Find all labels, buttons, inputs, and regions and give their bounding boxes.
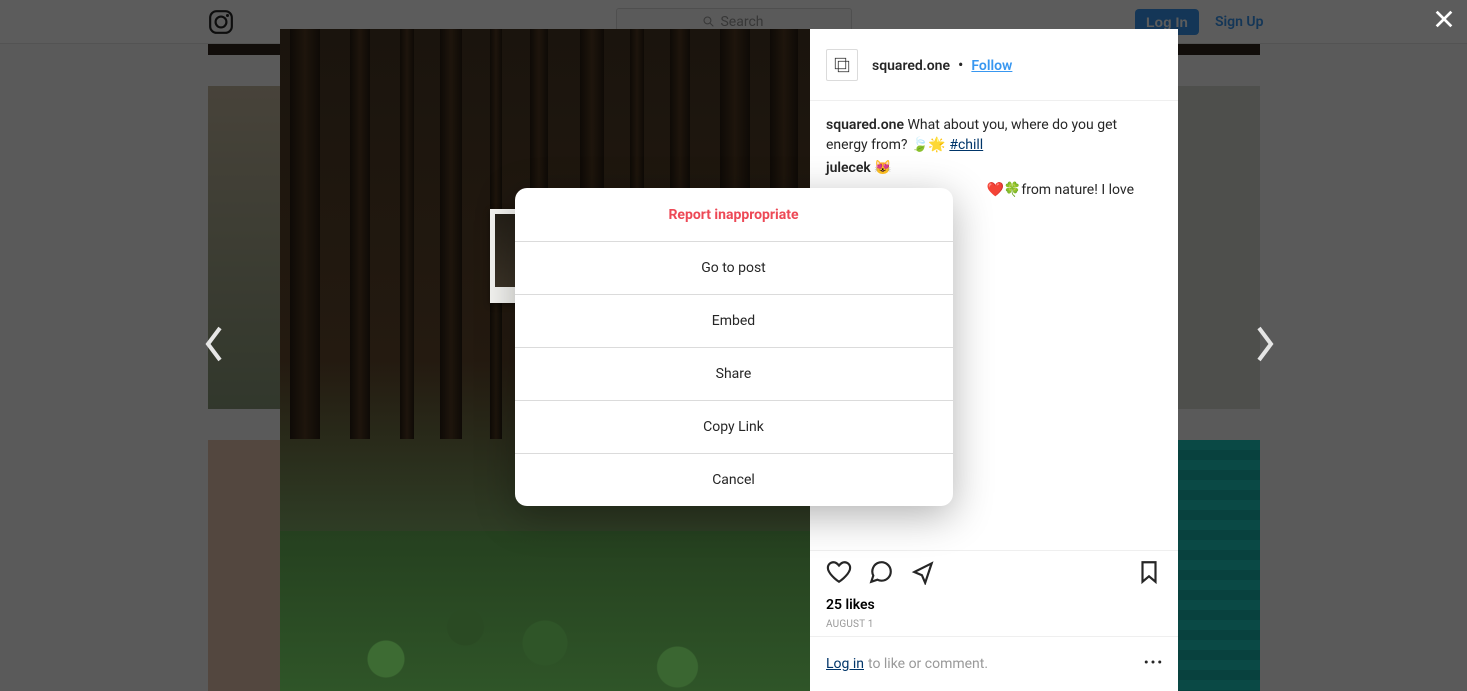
author-avatar[interactable] <box>826 49 858 81</box>
option-embed[interactable]: Embed <box>515 294 953 347</box>
comment-icon[interactable] <box>868 559 894 589</box>
next-button[interactable] <box>1251 324 1279 368</box>
option-share[interactable]: Share <box>515 347 953 400</box>
comment-fragment: ❤️🍀from nature! I love <box>986 182 1134 198</box>
login-to-comment-link[interactable]: Log in <box>826 656 864 672</box>
save-icon[interactable] <box>1136 559 1162 589</box>
more-options-icon[interactable] <box>1144 653 1162 675</box>
post-header: squared.one • Follow <box>810 29 1178 101</box>
share-icon[interactable] <box>910 559 936 589</box>
comment-author[interactable]: julecek <box>826 160 871 176</box>
caption-author[interactable]: squared.one <box>826 117 904 133</box>
author-username[interactable]: squared.one <box>872 58 950 74</box>
like-icon[interactable] <box>826 559 852 589</box>
follow-link[interactable]: Follow <box>971 58 1012 74</box>
option-cancel[interactable]: Cancel <box>515 453 953 506</box>
login-to-comment-text: to like or comment. <box>868 656 988 672</box>
prev-button[interactable] <box>200 324 228 368</box>
close-icon[interactable] <box>1433 8 1455 34</box>
options-dialog: Report inappropriate Go to post Embed Sh… <box>515 188 953 506</box>
option-copy-link[interactable]: Copy Link <box>515 400 953 453</box>
option-go-to-post[interactable]: Go to post <box>515 241 953 294</box>
hashtag-link[interactable]: #chill <box>949 137 983 153</box>
comment-text: 😻 <box>871 160 892 176</box>
option-report[interactable]: Report inappropriate <box>515 188 953 241</box>
likes-count[interactable]: 25 likes <box>826 597 1162 613</box>
separator-dot: • <box>958 55 963 74</box>
post-date: August 1 <box>826 619 1162 630</box>
post-actions: 25 likes August 1 <box>810 550 1178 636</box>
add-comment-row: Log in to like or comment. <box>810 636 1178 691</box>
